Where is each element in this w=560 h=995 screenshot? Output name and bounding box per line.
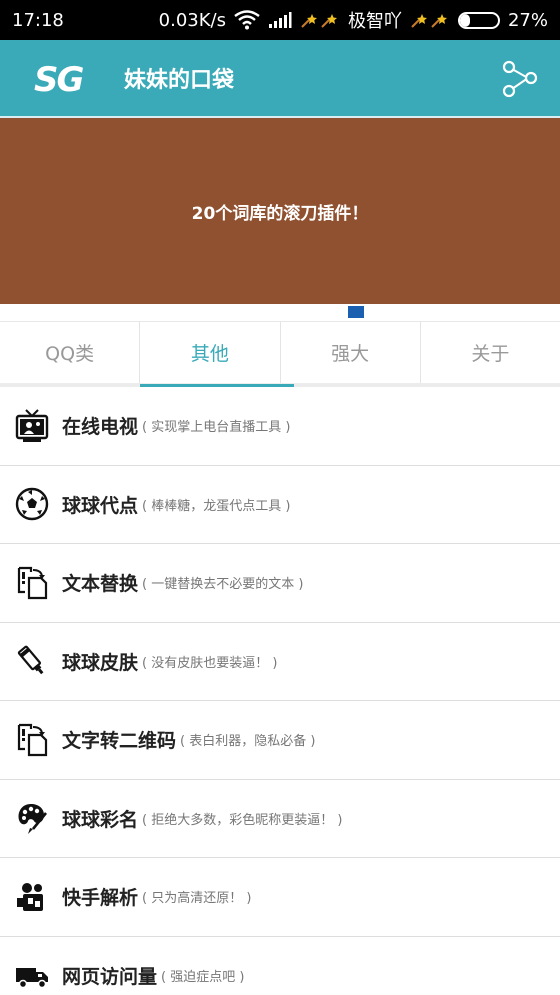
list-item-text-to-qrcode[interactable]: 文字转二维码 ( 表白利器，隐私必备 ) [0, 701, 560, 780]
item-desc: ( 一键替换去不必要的文本 ) [142, 577, 304, 593]
palette-icon [14, 800, 50, 836]
tab-label: QQ类 [45, 343, 95, 365]
app-bar: SG 妹妹的口袋 [0, 40, 560, 118]
tab-label: 其他 [190, 343, 229, 365]
list-item-ball-color-name[interactable]: 球球彩名 ( 拒绝大多数，彩色昵称更装逼！ ) [0, 780, 560, 858]
tab-powerful[interactable]: 强大 [281, 322, 421, 383]
promo-banner[interactable]: 20个词库的滚刀插件！ [0, 118, 560, 304]
tool-list: 在线电视 ( 实现掌上电台直播工具 ) 球球代点 ( 棒棒糖，龙蛋代点工具 ) [0, 387, 560, 995]
signal-icon [268, 11, 292, 29]
item-title: 球球皮肤 [62, 651, 139, 674]
meteor-icon [410, 11, 450, 29]
tab-about[interactable]: 关于 [421, 322, 560, 383]
list-item-page-views[interactable]: 网页访问量 ( 强迫症点吧 ) [0, 937, 560, 995]
battery-icon [457, 11, 500, 29]
document-swap-icon [14, 565, 50, 601]
page-indicator-dot [348, 306, 364, 318]
paint-tube-icon [14, 643, 50, 679]
status-bar: 17:18 0.03K/s 极智吖 27% [0, 0, 560, 40]
item-title: 文本替换 [62, 573, 139, 596]
item-title: 快手解析 [62, 887, 139, 910]
item-title: 网页访问量 [62, 965, 158, 988]
banner-text: 20个词库的滚刀插件！ [191, 203, 369, 224]
item-desc: ( 拒绝大多数，彩色昵称更装逼！ ) [142, 812, 343, 828]
list-item-kuaishou-parse[interactable]: 快手解析 ( 只为高清还原！ ) [0, 858, 560, 937]
list-item-online-tv[interactable]: 在线电视 ( 实现掌上电台直播工具 ) [0, 387, 560, 466]
tab-bar: QQ类 其他 强大 关于 [0, 321, 560, 387]
list-item-ball-skin[interactable]: 球球皮肤 ( 没有皮肤也要装逼！ ) [0, 623, 560, 701]
carrier-label: 极智吖 [347, 11, 402, 32]
battery-percent: 27% [507, 9, 548, 31]
tab-qq[interactable]: QQ类 [0, 322, 141, 383]
list-item-ball-proxy[interactable]: 球球代点 ( 棒棒糖，龙蛋代点工具 ) [0, 466, 560, 544]
app-title: 妹妹的口袋 [124, 68, 235, 93]
share-icon[interactable] [500, 59, 540, 99]
item-title: 球球彩名 [62, 808, 139, 831]
item-desc: ( 棒棒糖，龙蛋代点工具 ) [142, 498, 291, 514]
item-title: 在线电视 [62, 416, 139, 439]
tab-label: 强大 [331, 343, 370, 365]
item-desc: ( 实现掌上电台直播工具 ) [142, 420, 291, 436]
svg-text:SG: SG [34, 60, 83, 96]
item-desc: ( 没有皮肤也要装逼！ ) [142, 655, 278, 671]
tab-other[interactable]: 其他 [140, 322, 294, 387]
item-desc: ( 强迫症点吧 ) [161, 969, 245, 985]
video-camera-icon [14, 879, 50, 915]
banner-indicator-row [0, 304, 560, 321]
meteor-icon [300, 11, 340, 29]
tab-label: 关于 [471, 343, 510, 365]
item-desc: ( 表白利器，隐私必备 ) [180, 734, 316, 750]
soccer-ball-icon [14, 486, 50, 522]
item-title: 球球代点 [62, 494, 139, 517]
truck-icon [14, 957, 50, 993]
item-title: 文字转二维码 [62, 730, 177, 753]
list-item-text-replace[interactable]: 文本替换 ( 一键替换去不必要的文本 ) [0, 544, 560, 623]
wifi-icon [234, 10, 260, 30]
app-logo: SG [34, 60, 106, 100]
item-desc: ( 只为高清还原！ ) [142, 891, 252, 907]
status-time: 17:18 [12, 9, 64, 31]
tv-icon [14, 408, 50, 444]
network-speed: 0.03K/s [158, 9, 226, 31]
document-swap-icon [14, 722, 50, 758]
